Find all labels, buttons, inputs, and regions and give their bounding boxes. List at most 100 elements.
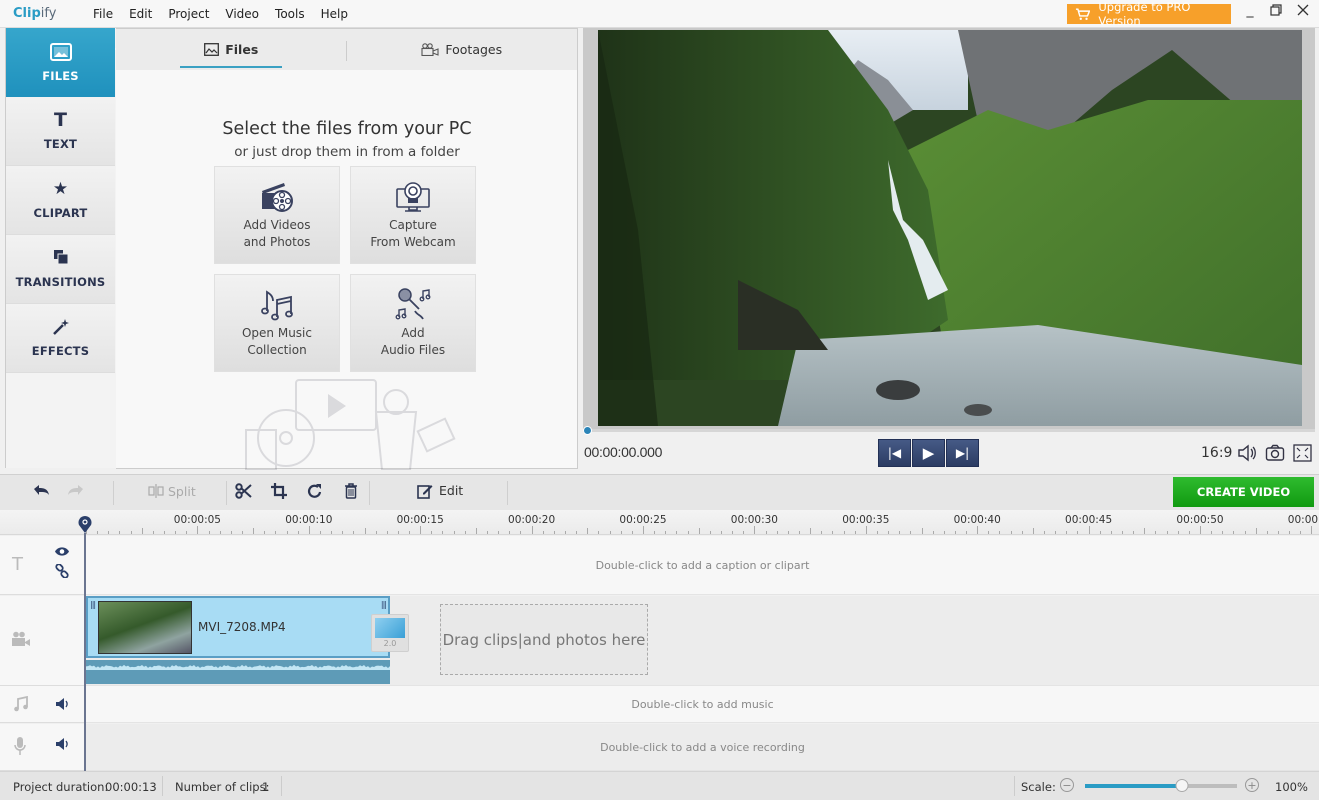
ruler-tick [1032, 528, 1034, 534]
music-volume-icon[interactable] [55, 697, 69, 715]
upgrade-button[interactable]: Upgrade to PRO Version [1067, 0, 1231, 28]
clip-right-handle[interactable]: ||| [381, 600, 387, 609]
ruler-tick [977, 526, 979, 534]
ruler-tick [843, 531, 845, 534]
sidebar-item-clipart[interactable]: ★ CLIPART [6, 166, 115, 235]
playhead-marker[interactable] [78, 515, 92, 533]
previous-button[interactable]: |◀ [878, 439, 911, 467]
create-video-button[interactable]: CREATE VIDEO [1173, 477, 1314, 507]
skip-forward-icon: ▶| [955, 446, 970, 460]
ruler-tick [1122, 531, 1124, 534]
capture-webcam-button[interactable]: Capture From Webcam [350, 166, 476, 264]
clip-left-handle[interactable]: ||| [90, 600, 96, 609]
open-music-collection-button[interactable]: Open Music Collection [214, 274, 340, 372]
ruler-tick [1110, 531, 1112, 534]
cut-button[interactable] [235, 483, 252, 503]
snapshot-icon[interactable] [1265, 444, 1285, 467]
caption-track-header: T [0, 536, 84, 595]
add-videos-photos-button[interactable]: Add Videos and Photos [214, 166, 340, 264]
menu-help[interactable]: Help [313, 7, 356, 21]
app-logo: Clipify [13, 6, 73, 21]
ruler-tick [175, 531, 177, 534]
clip-audio-waveform[interactable] [86, 660, 390, 684]
rotate-icon [308, 484, 322, 498]
ruler-tick [253, 528, 255, 534]
ruler-tick [565, 531, 567, 534]
zoom-in-button[interactable]: + [1245, 778, 1259, 792]
video-clip[interactable]: ||| ||| MVI_7208.MP4 [86, 596, 390, 658]
crop-icon [271, 483, 287, 499]
ruler-tick [598, 531, 600, 534]
ruler-tick [810, 528, 812, 534]
seek-handle[interactable] [583, 426, 592, 435]
menu-video[interactable]: Video [217, 7, 267, 21]
ruler-tick [520, 531, 522, 534]
split-button[interactable]: Split [148, 484, 196, 499]
volume-icon[interactable] [1237, 444, 1257, 467]
music-note-icon [13, 695, 29, 716]
edit-button[interactable]: Edit [417, 483, 463, 499]
files-tabs: Files Footages [116, 29, 577, 70]
project-duration-value: 00:00:13 [105, 780, 157, 794]
tab-footages[interactable]: Footages [347, 29, 578, 70]
delete-button[interactable] [344, 483, 358, 503]
timeline-toolbar: Split Edit CREATE VIDEO [0, 474, 1319, 510]
ruler-tick [743, 531, 745, 534]
scale-slider-handle[interactable] [1175, 779, 1189, 792]
ruler-tick [264, 531, 266, 534]
sidebar-item-files[interactable]: FILES [6, 28, 122, 97]
ruler-tick [487, 531, 489, 534]
next-button[interactable]: ▶| [946, 439, 979, 467]
image-icon [204, 43, 220, 56]
minimize-icon[interactable]: _ [1240, 2, 1260, 18]
add-audio-files-button[interactable]: Add Audio Files [350, 274, 476, 372]
split-icon [148, 484, 164, 498]
ruler-tick [709, 531, 711, 534]
redo-button[interactable] [67, 483, 85, 501]
aspect-ratio-button[interactable]: 16:9 [1201, 445, 1232, 461]
sidebar-item-transitions[interactable]: TRANSITIONS [6, 235, 115, 304]
tab-divider [346, 41, 347, 61]
music-track[interactable]: Double-click to add music [86, 686, 1319, 723]
ruler-label: 00:00:45 [1065, 514, 1113, 526]
video-camera-icon [11, 631, 31, 651]
sidebar-item-effects[interactable]: EFFECTS [6, 304, 115, 373]
sidebar-item-text[interactable]: T TEXT [6, 97, 115, 166]
ruler-tick [531, 526, 533, 534]
link-icon[interactable] [55, 563, 69, 582]
restore-icon[interactable] [1266, 4, 1286, 20]
undo-button[interactable] [32, 483, 50, 501]
video-frame[interactable] [598, 30, 1302, 426]
ruler-tick [1289, 531, 1291, 534]
eye-icon[interactable] [54, 546, 70, 561]
timeline-ruler[interactable]: 00:00:05 00:00:10 00:00:15 00:00:20 00:00:25… [0, 510, 1319, 535]
seek-bar[interactable] [583, 429, 1315, 432]
crop-button[interactable] [271, 483, 287, 503]
menu-project[interactable]: Project [160, 7, 217, 21]
ruler-tick [1188, 531, 1190, 534]
drop-zone[interactable]: Drag clips|and photos here [440, 604, 648, 675]
play-button[interactable]: ▶ [912, 439, 945, 467]
caption-track[interactable]: Double-click to add a caption or clipart [86, 536, 1319, 595]
ruler-label: 00:00:55 [1287, 514, 1319, 526]
ruler-tick [431, 531, 433, 534]
tab-files[interactable]: Files [116, 29, 347, 70]
ruler-tick [364, 528, 366, 534]
ruler-tick [765, 531, 767, 534]
rotate-button[interactable] [307, 483, 323, 503]
menu-edit[interactable]: Edit [121, 7, 160, 21]
close-icon[interactable] [1293, 4, 1313, 20]
ruler-tick [130, 531, 132, 534]
ruler-tick [353, 531, 355, 534]
zoom-out-button[interactable]: − [1060, 778, 1074, 792]
voice-volume-icon[interactable] [55, 737, 69, 755]
upgrade-label: Upgrade to PRO Version [1098, 0, 1191, 28]
fullscreen-icon[interactable] [1293, 444, 1312, 467]
menu-file[interactable]: File [85, 7, 121, 21]
transition-thumbnail[interactable]: 2.0 [371, 614, 409, 652]
ruler-tick [464, 531, 466, 534]
tile-label-line2: From Webcam [370, 235, 456, 249]
voice-track[interactable]: Double-click to add a voice recording [86, 724, 1319, 771]
scale-slider[interactable] [1085, 779, 1237, 792]
menu-tools[interactable]: Tools [267, 7, 313, 21]
